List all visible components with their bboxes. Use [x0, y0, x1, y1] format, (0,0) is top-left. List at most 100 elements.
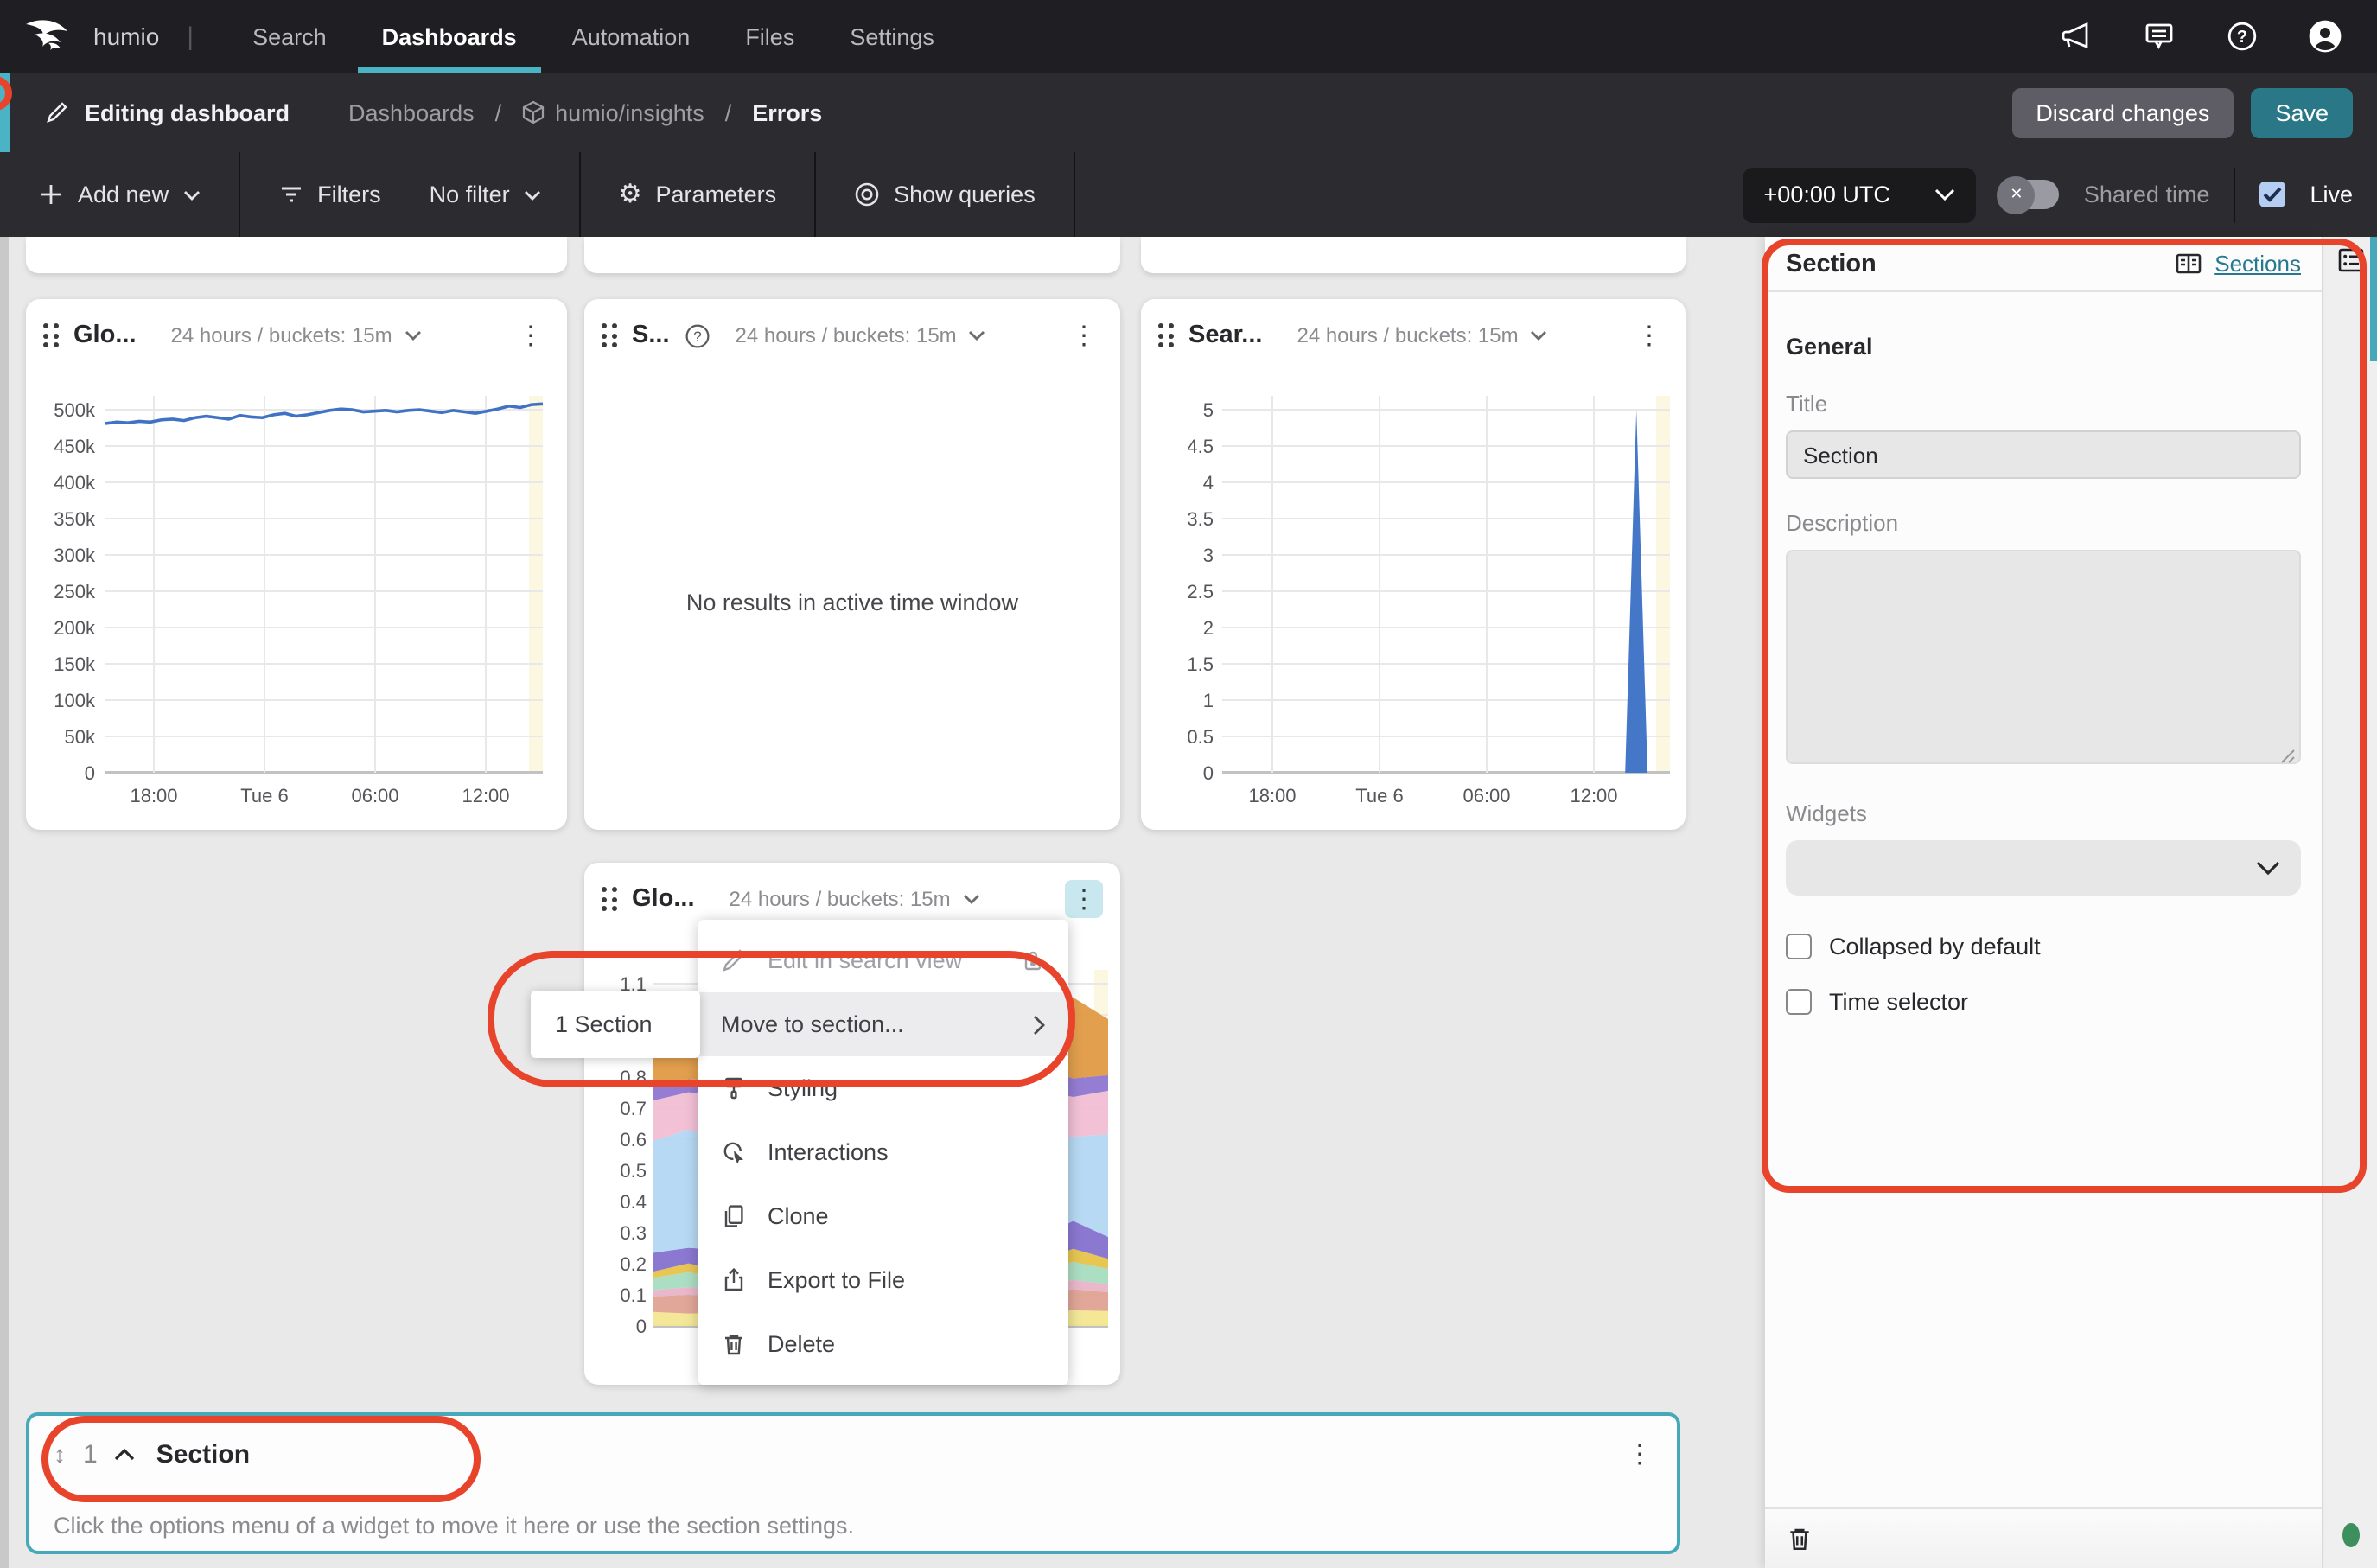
crowdstrike-falcon-logo-icon[interactable]: [0, 0, 93, 73]
announcements-megaphone-icon[interactable]: [2059, 19, 2093, 54]
collapsed-by-default-row[interactable]: Collapsed by default: [1786, 934, 2301, 959]
help-icon[interactable]: ?: [2225, 19, 2259, 54]
show-queries-button[interactable]: Show queries: [816, 152, 1074, 237]
nav-item-settings[interactable]: Settings: [825, 0, 959, 73]
widget-header: Sear... 24 hours / buckets: 15m ⋮: [1141, 299, 1686, 358]
chevron-down-icon: [2256, 861, 2280, 875]
svg-text:0.6: 0.6: [620, 1129, 647, 1151]
widget-timespan-dropdown[interactable]: 24 hours / buckets: 15m: [1297, 323, 1547, 347]
menu-item-export-to-file[interactable]: Export to File: [698, 1248, 1068, 1312]
svg-text:50k: 50k: [65, 726, 96, 748]
shared-time-toggle[interactable]: ✕: [2001, 180, 2060, 209]
section-title-input[interactable]: [1786, 430, 2301, 479]
time-selector-checkbox[interactable]: [1786, 989, 1812, 1015]
feedback-chat-icon[interactable]: [2142, 19, 2176, 54]
svg-text:0.8: 0.8: [620, 1067, 647, 1088]
widget-title: Glo...: [73, 322, 137, 349]
breadcrumb-repo[interactable]: humio/insights: [522, 99, 704, 125]
save-button[interactable]: Save: [2251, 87, 2353, 137]
resize-grip-icon[interactable]: [2280, 749, 2296, 764]
drag-handle-icon[interactable]: [602, 323, 616, 347]
drag-handle-icon[interactable]: [602, 887, 616, 911]
chevron-down-icon: [182, 189, 200, 200]
svg-text:250k: 250k: [54, 581, 96, 602]
widget-global-line-chart: Glo... 24 hours / buckets: 15m ⋮ 500k450…: [26, 299, 567, 830]
show-queries-eye-icon: [854, 182, 880, 207]
nav-utility-icons: ?: [2059, 0, 2377, 73]
widget-timespan-dropdown[interactable]: 24 hours / buckets: 15m: [171, 323, 422, 347]
widget-context-menu: Edit in search view Move to section... S…: [698, 920, 1068, 1385]
breadcrumb-dashboards[interactable]: Dashboards: [348, 99, 475, 125]
drag-handle-icon[interactable]: [1158, 323, 1173, 347]
user-avatar-icon[interactable]: [2308, 19, 2342, 54]
widget-help-icon[interactable]: ?: [685, 322, 711, 348]
menu-item-clone[interactable]: Clone: [698, 1184, 1068, 1248]
svg-text:3.5: 3.5: [1187, 508, 1214, 530]
svg-text:1.5: 1.5: [1187, 653, 1214, 675]
collapse-chevron-up-icon[interactable]: [115, 1447, 136, 1461]
widget-timespan-dropdown[interactable]: 24 hours / buckets: 15m: [730, 887, 980, 911]
sections-link[interactable]: Sections: [2214, 251, 2301, 277]
export-icon: [721, 1267, 747, 1293]
chevron-right-icon: [1032, 1014, 1046, 1035]
nav-item-dashboards[interactable]: Dashboards: [358, 0, 541, 73]
collapsed-checkbox[interactable]: [1786, 934, 1812, 959]
drag-handle-icon[interactable]: [43, 323, 58, 347]
timezone-dropdown[interactable]: +00:00 UTC: [1743, 167, 1977, 222]
shared-time-label: Shared time: [2084, 182, 2210, 207]
section-description-textarea[interactable]: [1786, 550, 2301, 764]
svg-text:?: ?: [2237, 28, 2247, 47]
section-options-kebab-icon[interactable]: ⋮: [1627, 1438, 1653, 1469]
panel-footer: [1765, 1507, 2322, 1568]
line-chart: 500k450k400k350k300k250k200k150k100k50k0…: [26, 358, 567, 876]
move-to-section-submenu-item[interactable]: 1 Section: [531, 991, 700, 1058]
nav-item-files[interactable]: Files: [721, 0, 819, 73]
widget-title: S...: [632, 322, 670, 349]
filter-icon: [277, 182, 303, 207]
svg-text:18:00: 18:00: [1248, 785, 1296, 806]
menu-item-move-to-section[interactable]: Move to section...: [698, 992, 1068, 1056]
description-field-wrap: [1786, 550, 2301, 773]
widgets-select[interactable]: [1786, 840, 2301, 896]
panel-properties-icon[interactable]: [2337, 247, 2365, 273]
copy-icon: [721, 1203, 747, 1229]
widget-options-kebab-icon[interactable]: ⋮: [512, 316, 550, 354]
nav-item-search[interactable]: Search: [228, 0, 351, 73]
time-selector-row[interactable]: Time selector: [1786, 989, 2301, 1015]
svg-text:0: 0: [636, 1316, 647, 1337]
reorder-updown-icon[interactable]: ↕: [54, 1440, 66, 1468]
svg-text:2: 2: [1203, 617, 1214, 639]
discard-changes-button[interactable]: Discard changes: [2011, 87, 2234, 137]
delete-section-trash-icon[interactable]: [1786, 1525, 1813, 1552]
svg-text:0.4: 0.4: [620, 1191, 647, 1213]
svg-text:18:00: 18:00: [130, 785, 177, 806]
menu-item-styling[interactable]: Styling: [698, 1056, 1068, 1120]
chevron-down-icon: [969, 330, 986, 341]
widget-options-kebab-icon[interactable]: ⋮: [1065, 316, 1103, 354]
widget-header: Glo... 24 hours / buckets: 15m ⋮: [26, 299, 567, 358]
parameters-button[interactable]: ⚙ Parameters: [581, 152, 814, 237]
menu-item-delete[interactable]: Delete: [698, 1312, 1068, 1376]
widget-timespan-dropdown[interactable]: 24 hours / buckets: 15m: [736, 323, 986, 347]
editing-mode-label: Editing dashboard: [0, 99, 290, 125]
widget-options-kebab-icon[interactable]: ⋮: [1630, 316, 1668, 354]
breadcrumb: Dashboards / humio/insights / Errors: [348, 99, 822, 125]
section-bar-header: ↕ 1 Section ⋮: [29, 1416, 1677, 1469]
svg-text:12:00: 12:00: [462, 785, 509, 806]
widget-options-kebab-icon-active[interactable]: ⋮: [1065, 880, 1103, 918]
widget-no-results: S... ? 24 hours / buckets: 15m ⋮ No resu…: [584, 299, 1120, 830]
filter-selector[interactable]: No filter: [419, 152, 579, 237]
app-window: humio | Search Dashboards Automation Fil…: [0, 0, 2377, 1568]
filters-button[interactable]: Filters: [239, 152, 419, 237]
svg-text:5: 5: [1203, 399, 1214, 421]
panel-rail: [2322, 237, 2377, 1568]
rail-scroll-indicator[interactable]: [2370, 237, 2377, 361]
menu-item-interactions[interactable]: Interactions: [698, 1120, 1068, 1184]
svg-text:2.5: 2.5: [1187, 581, 1214, 602]
check-icon: [2263, 187, 2282, 202]
dashboard-section-dropzone: ↕ 1 Section ⋮ Click the options menu of …: [26, 1412, 1680, 1554]
no-results-message: No results in active time window: [584, 590, 1120, 615]
add-new-button[interactable]: Add new: [0, 152, 238, 237]
live-checkbox[interactable]: [2259, 182, 2285, 207]
nav-item-automation[interactable]: Automation: [548, 0, 715, 73]
